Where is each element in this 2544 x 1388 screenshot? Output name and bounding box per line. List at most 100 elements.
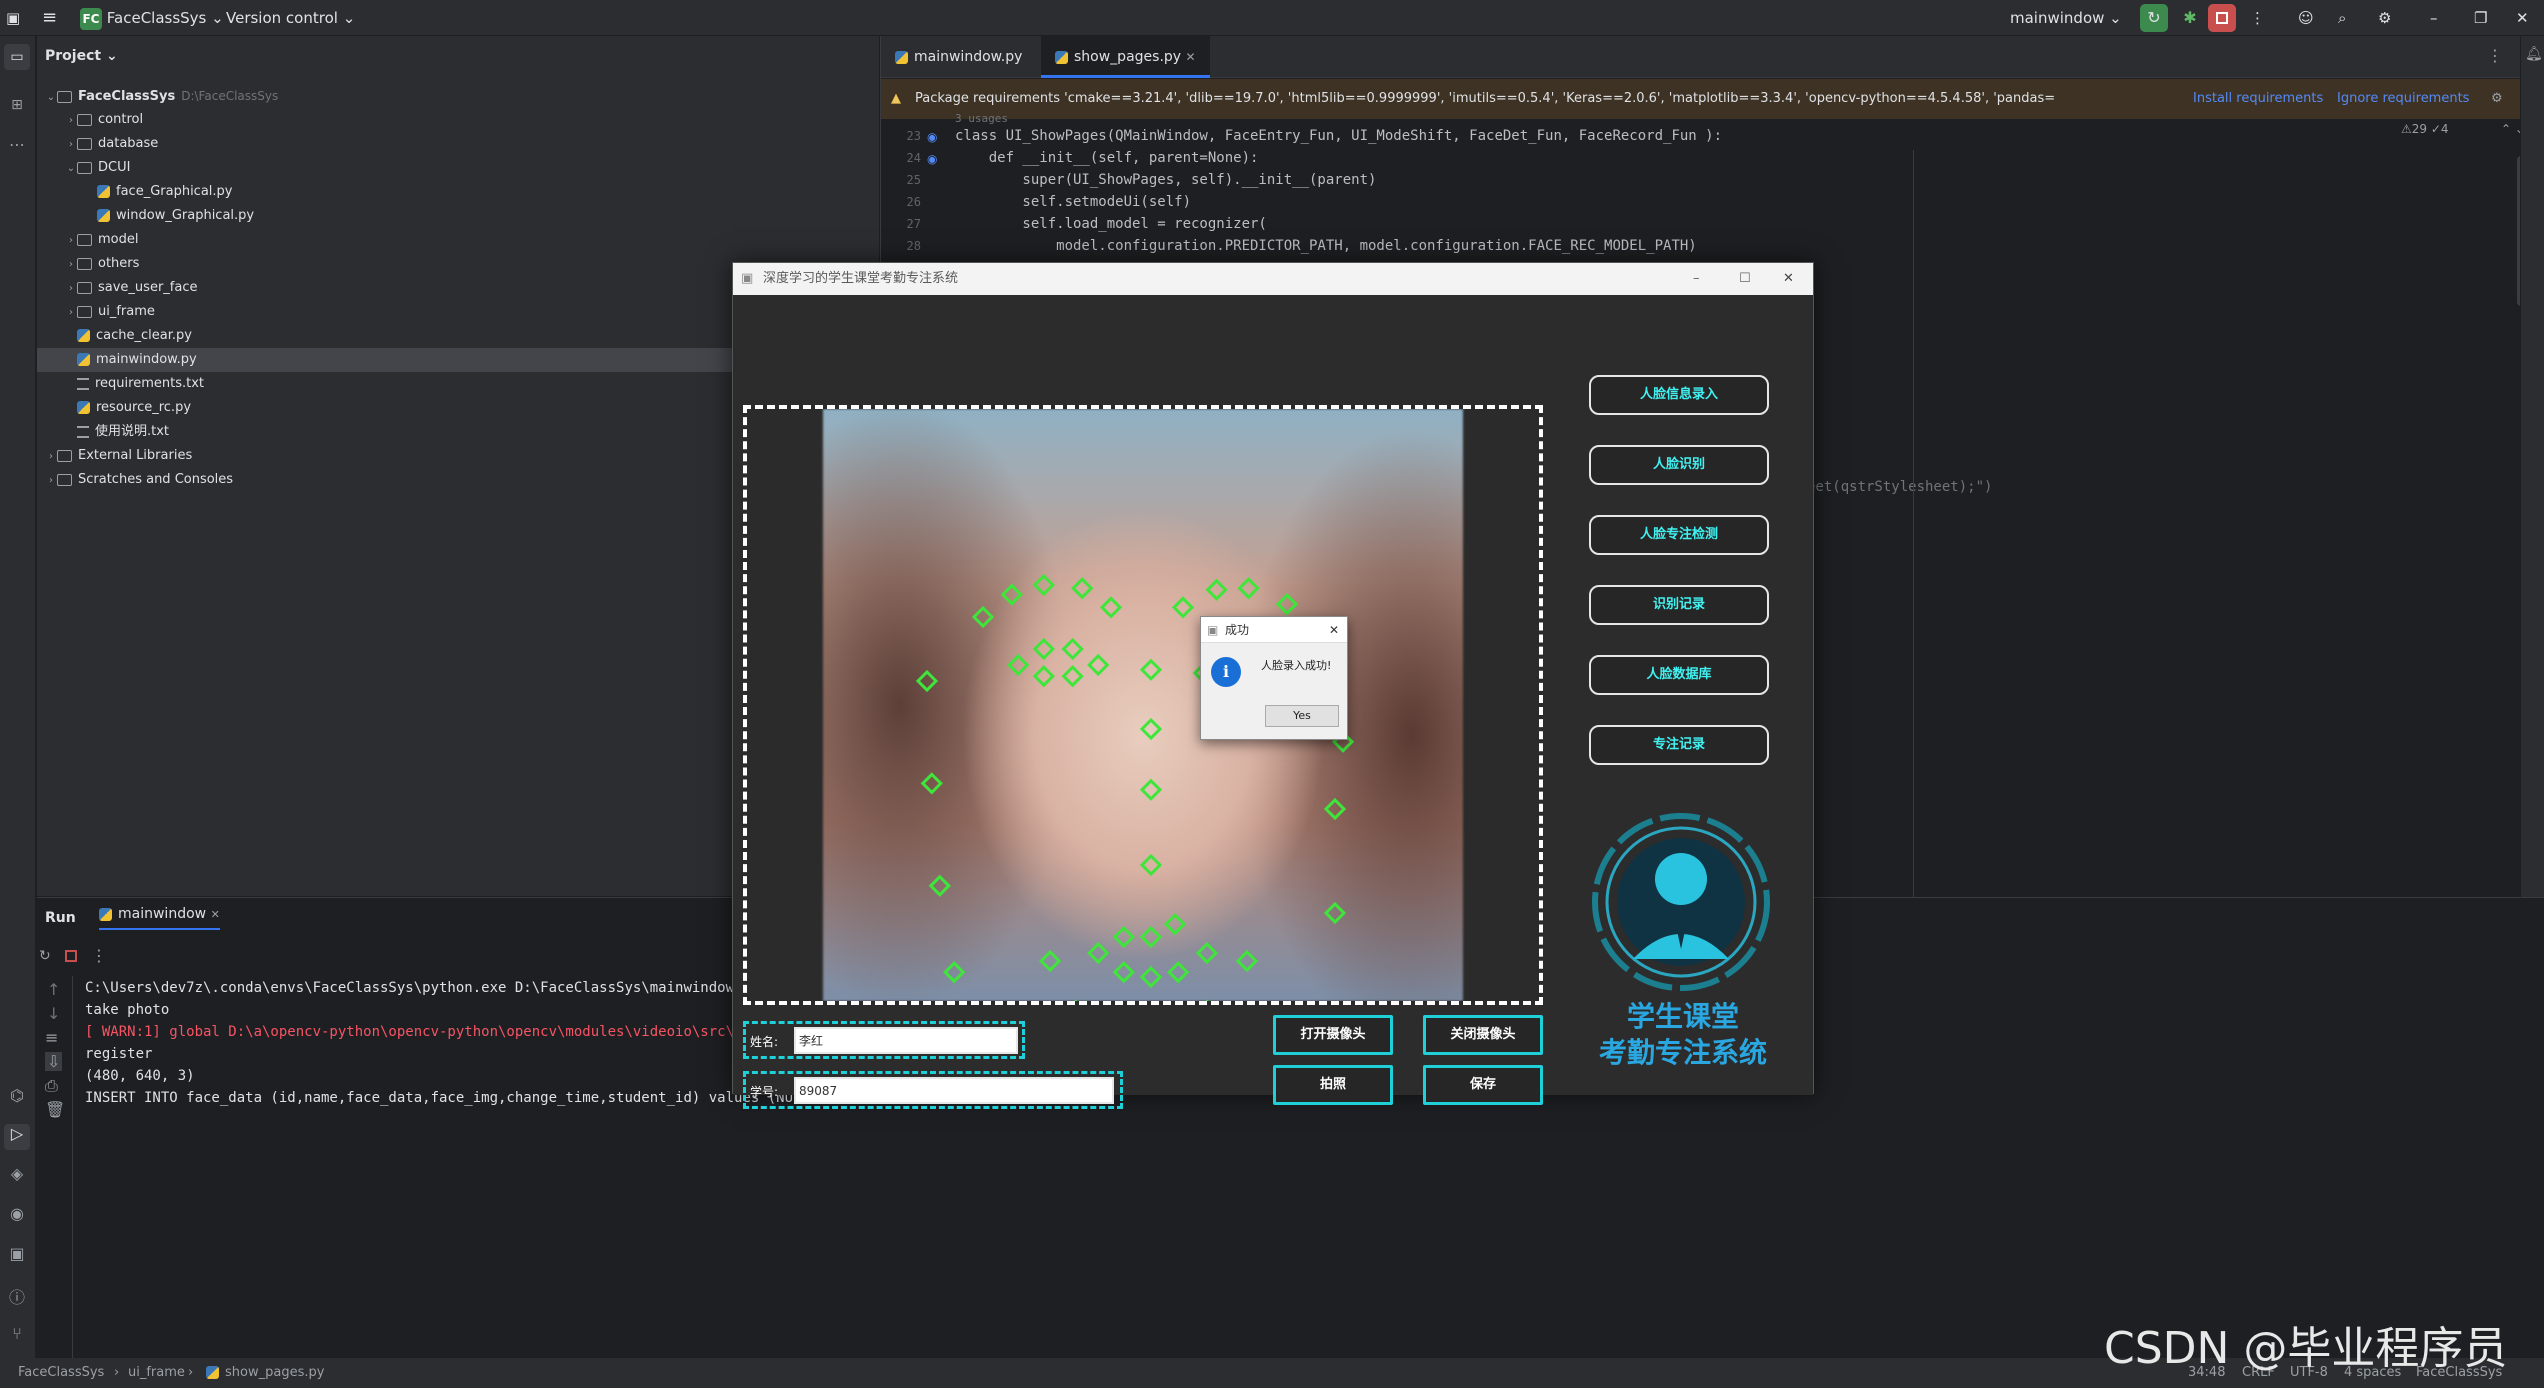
usages-hint: 3 usages: [955, 112, 1008, 125]
tree-item-label: 使用说明.txt: [95, 424, 170, 439]
breadcrumb-folder[interactable]: ui_frame: [128, 1358, 185, 1388]
rerun-icon[interactable]: ↻: [2140, 4, 2168, 32]
chevron-right-icon[interactable]: ›: [45, 469, 57, 493]
stop-run-icon[interactable]: [65, 950, 77, 962]
tab-mainwindow[interactable]: mainwindow.py: [881, 36, 1036, 78]
chevron-down-icon[interactable]: ⌄: [45, 86, 57, 110]
id-field-group: 学号: 89087: [743, 1071, 1123, 1109]
app-close-icon[interactable]: ✕: [1783, 263, 1794, 295]
take-photo-button[interactable]: 拍照: [1273, 1065, 1393, 1105]
tree-item[interactable]: face_Graphical.py: [37, 180, 879, 204]
vcs-menu[interactable]: Version control ⌄: [226, 0, 355, 36]
scroll-up-icon[interactable]: ↑: [47, 980, 60, 999]
problems-icon[interactable]: ⓘ: [4, 1284, 30, 1310]
run-tool-icon[interactable]: ▷: [4, 1124, 30, 1150]
git-icon[interactable]: ⑂: [4, 1324, 30, 1350]
landmark-point: [915, 669, 939, 693]
app-window-icon: ▣: [741, 271, 754, 286]
chevron-right-icon[interactable]: ›: [65, 109, 77, 133]
code-fragment: eet(qstrStylesheet);"): [1807, 479, 1993, 495]
run-more-icon[interactable]: ⋮: [91, 946, 107, 965]
python-file-icon: [97, 209, 110, 222]
terminal-icon[interactable]: ▣: [4, 1244, 30, 1270]
print-icon[interactable]: ⎙: [45, 1076, 58, 1096]
folder-icon: [77, 305, 92, 318]
restore-icon[interactable]: ❐: [2474, 0, 2487, 36]
face-entry-button[interactable]: 人脸信息录入: [1589, 375, 1769, 415]
breadcrumb-root[interactable]: FaceClassSys: [18, 1358, 104, 1388]
chevron-right-icon[interactable]: ›: [65, 277, 77, 301]
tree-item[interactable]: › model: [37, 228, 879, 252]
tab-show-pages[interactable]: show_pages.py ✕: [1041, 36, 1210, 78]
landmark-point: [1163, 913, 1187, 936]
save-button[interactable]: 保存: [1423, 1065, 1543, 1105]
layers-icon[interactable]: ◈: [4, 1164, 30, 1190]
gutter-override-icon[interactable]: ◉: [927, 152, 937, 166]
run-tab-close-icon[interactable]: ✕: [211, 908, 220, 921]
account-icon[interactable]: ☺: [2298, 0, 2314, 36]
tree-item[interactable]: ⌄ FaceClassSys D:\FaceClassSys: [37, 84, 879, 108]
scroll-end-icon[interactable]: ⇩: [45, 1052, 63, 1071]
close-icon[interactable]: ✕: [2516, 0, 2529, 36]
banner-settings-icon[interactable]: ⚙: [2491, 79, 2503, 119]
chevron-right-icon[interactable]: ›: [65, 253, 77, 277]
project-tool-icon[interactable]: ▭: [4, 44, 30, 70]
run-panel-title: Run: [45, 910, 76, 926]
rerun-run-icon[interactable]: ↻: [39, 948, 51, 964]
tabs-more-icon[interactable]: ⋮: [2487, 46, 2503, 65]
notifications-icon[interactable]: 🔔︎: [2525, 46, 2543, 62]
chevron-right-icon[interactable]: ›: [65, 229, 77, 253]
app-maximize-icon[interactable]: ☐: [1739, 263, 1751, 295]
breadcrumb-file[interactable]: show_pages.py: [206, 1358, 324, 1388]
more-actions-icon[interactable]: ⋮: [2250, 0, 2265, 36]
minimize-icon[interactable]: –: [2430, 0, 2438, 36]
install-requirements-link[interactable]: Install requirements: [2193, 79, 2323, 119]
structure-tool-icon[interactable]: ⊞: [4, 92, 30, 118]
face-recognition-button[interactable]: 人脸识别: [1589, 445, 1769, 485]
close-camera-button[interactable]: 关闭摄像头: [1423, 1015, 1543, 1055]
tree-item[interactable]: › control: [37, 108, 879, 132]
app-minimize-icon[interactable]: –: [1693, 263, 1700, 295]
chevron-right-icon[interactable]: ›: [65, 301, 77, 325]
dialog-close-icon[interactable]: ✕: [1329, 617, 1339, 643]
focus-records-button[interactable]: 专注记录: [1589, 725, 1769, 765]
open-camera-button[interactable]: 打开摄像头: [1273, 1015, 1393, 1055]
landmark-point: [1087, 653, 1110, 677]
id-input[interactable]: 89087: [794, 1077, 1114, 1104]
soft-wrap-icon[interactable]: ≡: [45, 1028, 58, 1047]
search-icon[interactable]: ⌕: [2338, 0, 2346, 36]
name-input[interactable]: 李红: [794, 1027, 1018, 1054]
run-config-selector[interactable]: mainwindow ⌄: [2010, 0, 2122, 36]
code-line: super(UI_ShowPages, self).__init__(paren…: [955, 172, 1377, 188]
ignore-requirements-link[interactable]: Ignore requirements: [2337, 79, 2469, 119]
recognition-records-button[interactable]: 识别记录: [1589, 585, 1769, 625]
main-menu-icon[interactable]: ≡: [42, 0, 57, 36]
dialog-yes-button[interactable]: Yes: [1265, 705, 1339, 727]
python-packages-icon[interactable]: ⌬: [4, 1086, 30, 1112]
debug-icon[interactable]: ✱: [2176, 4, 2204, 32]
line-number: 27: [906, 217, 921, 231]
focus-detection-button[interactable]: 人脸专注检测: [1589, 515, 1769, 555]
clear-trash-icon[interactable]: 🗑︎: [45, 1100, 65, 1119]
tree-item[interactable]: window_Graphical.py: [37, 204, 879, 228]
scroll-down-icon[interactable]: ↓: [47, 1004, 60, 1023]
tab-close-icon[interactable]: ✕: [1186, 50, 1196, 64]
stop-icon[interactable]: [2208, 4, 2236, 32]
more-tools-icon[interactable]: ⋯: [4, 132, 30, 158]
tree-item-label: others: [98, 256, 140, 271]
chevron-right-icon[interactable]: ›: [45, 445, 57, 469]
face-database-button[interactable]: 人脸数据库: [1589, 655, 1769, 695]
chevron-right-icon[interactable]: ›: [65, 133, 77, 157]
project-panel-title[interactable]: Project ⌄: [45, 48, 118, 64]
app-window-titlebar: ▣ 深度学习的学生课堂考勤专注系统 – ☐ ✕: [733, 263, 1813, 295]
tree-item[interactable]: › database: [37, 132, 879, 156]
gutter-override-icon[interactable]: ◉: [927, 130, 937, 144]
inspections-widget[interactable]: ⚠29 ✓4: [2401, 122, 2449, 136]
project-switcher[interactable]: FC FaceClassSys ⌄: [80, 0, 224, 36]
chevron-down-icon[interactable]: ⌄: [65, 157, 77, 181]
landmark-point: [1099, 596, 1123, 619]
services-icon[interactable]: ◉: [4, 1204, 30, 1230]
settings-gear-icon[interactable]: ⚙: [2378, 0, 2391, 36]
tree-item[interactable]: ⌄ DCUI: [37, 156, 879, 180]
run-config-tab[interactable]: mainwindow ✕: [99, 906, 220, 930]
